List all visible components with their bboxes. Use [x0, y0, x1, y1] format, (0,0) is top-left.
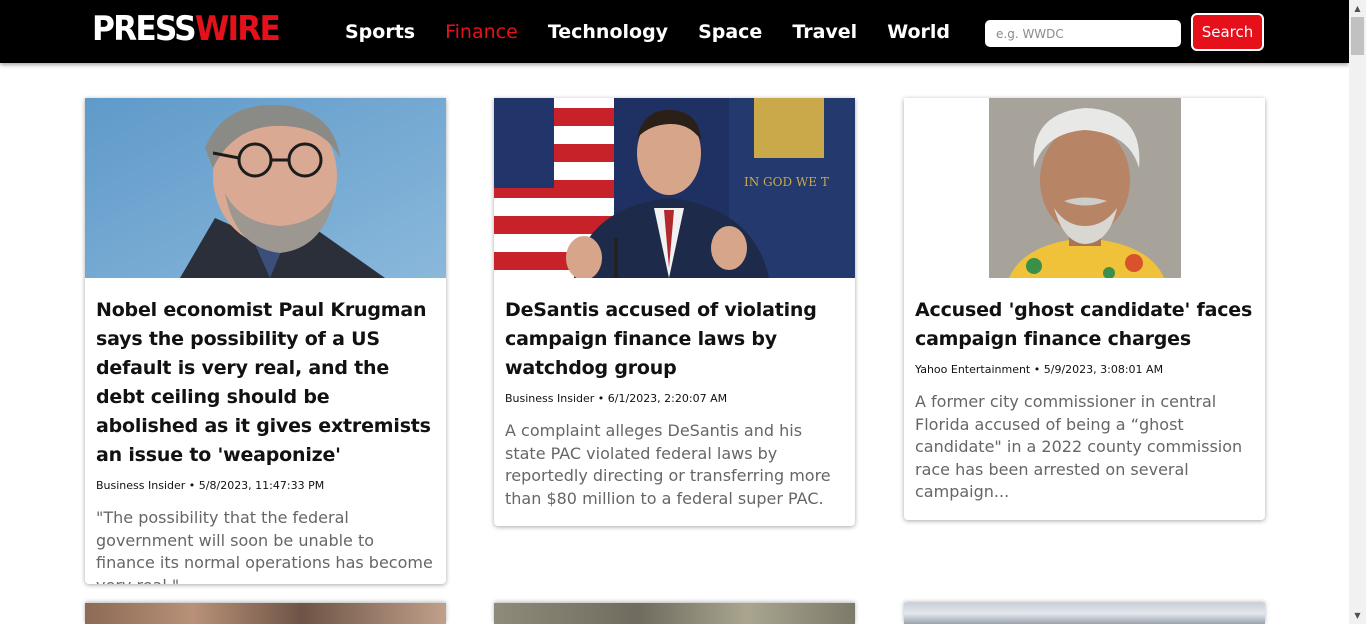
article-description: A complaint alleges DeSantis and his sta… [505, 421, 831, 508]
logo-part-press: PRESS [92, 9, 197, 49]
article-source: Business Insider [505, 392, 595, 405]
article-card-peek[interactable] [85, 603, 446, 624]
article-date: 6/1/2023, 2:20:07 AM [607, 392, 728, 405]
article-title[interactable]: Nobel economist Paul Krugman says the po… [96, 296, 435, 470]
mugshot-image-icon [904, 98, 1265, 278]
banner-text: IN GOD WE T [744, 175, 829, 189]
nav-link-technology[interactable]: Technology [548, 18, 668, 46]
search-input[interactable] [985, 20, 1181, 47]
article-card[interactable]: IN GOD WE T DeSantis accused of violatin… [494, 98, 855, 526]
article-body: DeSantis accused of violating campaign f… [494, 278, 855, 524]
article-source: Business Insider [96, 479, 186, 492]
portrait-image-icon [85, 98, 446, 278]
article-title[interactable]: Accused 'ghost candidate' faces campaign… [915, 296, 1254, 354]
article-title[interactable]: DeSantis accused of violating campaign f… [505, 296, 844, 383]
presswire-logo[interactable]: PRESSWIRE [92, 9, 281, 49]
article-card[interactable]: Nobel economist Paul Krugman says the po… [85, 98, 446, 584]
category-nav: Sports Finance Technology Space Travel W… [345, 18, 980, 46]
article-meta: Business Insider • 5/8/2023, 11:47:33 PM [96, 478, 435, 494]
article-image-krugman[interactable] [85, 98, 446, 278]
meta-separator: • [1033, 363, 1041, 376]
article-description: A former city commissioner in central Fl… [915, 392, 1243, 501]
article-description: "The possibility that the federal govern… [96, 508, 433, 584]
article-card-peek[interactable] [904, 603, 1265, 624]
press-conference-image-icon: IN GOD WE T [494, 98, 855, 278]
article-body: Accused 'ghost candidate' faces campaign… [904, 278, 1265, 518]
article-date: 5/8/2023, 11:47:33 PM [198, 479, 325, 492]
article-meta: Business Insider • 6/1/2023, 2:20:07 AM [505, 391, 844, 407]
article-card-peek[interactable] [494, 603, 855, 624]
article-meta: Yahoo Entertainment • 5/9/2023, 3:08:01 … [915, 362, 1254, 378]
search-button[interactable]: Search [1191, 13, 1264, 51]
scroll-thumb[interactable] [1351, 17, 1364, 55]
vertical-scrollbar[interactable]: ▲ ▼ [1349, 0, 1366, 624]
nav-link-travel[interactable]: Travel [792, 18, 857, 46]
article-card[interactable]: Accused 'ghost candidate' faces campaign… [904, 98, 1265, 520]
top-navbar: PRESSWIRE Sports Finance Technology Spac… [0, 0, 1349, 63]
article-image-ghost-candidate[interactable] [904, 98, 1265, 278]
nav-link-world[interactable]: World [887, 18, 950, 46]
scroll-up-arrow-icon[interactable]: ▲ [1349, 0, 1366, 17]
article-body: Nobel economist Paul Krugman says the po… [85, 278, 446, 584]
logo-part-wire: WIRE [194, 9, 281, 49]
nav-link-finance[interactable]: Finance [445, 18, 518, 46]
nav-link-sports[interactable]: Sports [345, 18, 415, 46]
article-image-desantis[interactable]: IN GOD WE T [494, 98, 855, 278]
meta-separator: • [188, 479, 196, 492]
meta-separator: • [597, 392, 605, 405]
scroll-down-arrow-icon[interactable]: ▼ [1349, 607, 1366, 624]
article-source: Yahoo Entertainment [915, 363, 1031, 376]
nav-link-space[interactable]: Space [698, 18, 762, 46]
article-date: 5/9/2023, 3:08:01 AM [1043, 363, 1164, 376]
